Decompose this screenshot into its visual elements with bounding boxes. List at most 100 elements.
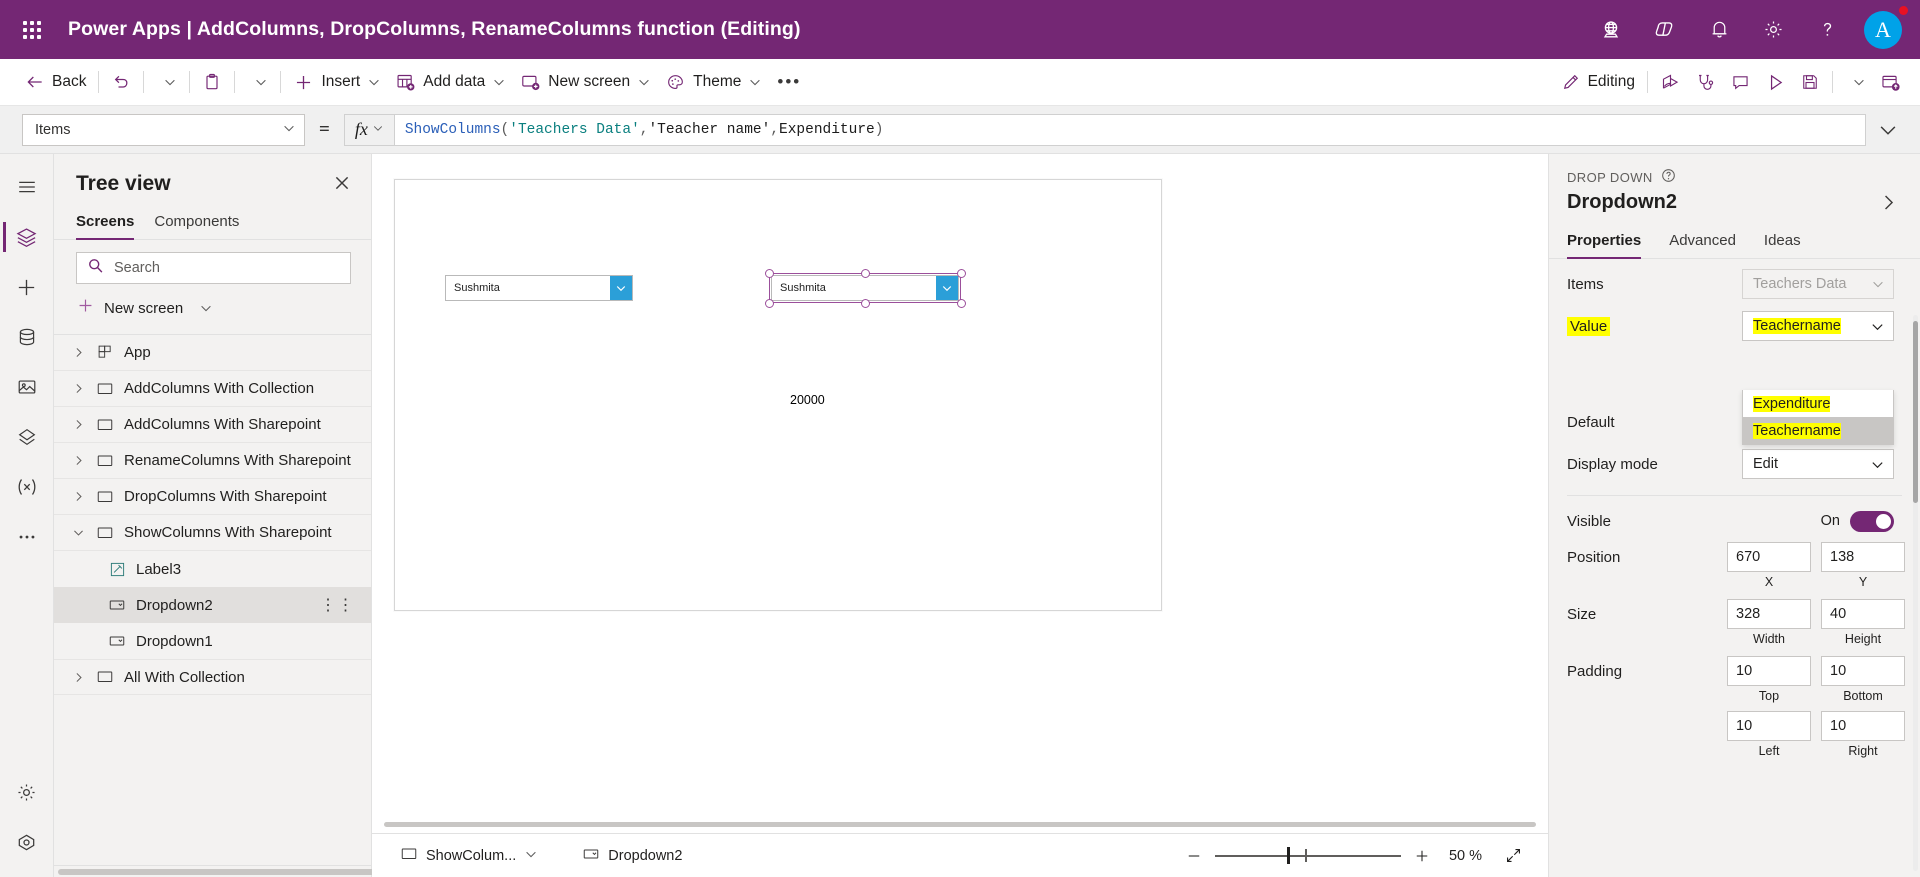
search-input[interactable] <box>114 260 340 276</box>
insert-button[interactable]: Insert <box>286 65 388 99</box>
zoom-slider-thumb[interactable] <box>1287 847 1290 864</box>
value-option-expenditure[interactable]: Expenditure <box>1743 390 1893 417</box>
tree-item-more-icon[interactable]: ⋮⋮ <box>320 595 359 615</box>
formula-input[interactable]: ShowColumns('Teachers Data','Teacher nam… <box>394 114 1866 146</box>
sidebar-item-tree-view[interactable] <box>3 212 51 262</box>
settings-gear-icon[interactable] <box>1746 8 1800 52</box>
tree-item-addcolumns-with-sharepoint[interactable]: AddColumns With Sharepoint <box>54 407 371 443</box>
paste-button[interactable] <box>195 65 229 99</box>
tree-item-app[interactable]: App <box>54 335 371 371</box>
new-screen-button[interactable]: New screen <box>513 65 658 99</box>
search-box[interactable] <box>76 252 351 284</box>
preview-play-button[interactable] <box>1758 65 1793 99</box>
chevron-right-icon[interactable] <box>70 382 86 395</box>
copilot-icon[interactable] <box>1638 8 1692 52</box>
chevron-right-icon[interactable] <box>70 490 86 503</box>
resize-handle-n[interactable] <box>861 269 870 278</box>
more-commands-button[interactable]: ••• <box>769 72 809 92</box>
sidebar-item-variables[interactable] <box>3 462 51 512</box>
chevron-down-icon[interactable] <box>1870 457 1885 472</box>
resize-handle-nw[interactable] <box>765 269 774 278</box>
tree-item-renamecolumns-with-sharepoint[interactable]: RenameColumns With Sharepoint <box>54 443 371 479</box>
padding-top-input[interactable]: 10 <box>1727 656 1811 686</box>
chevron-right-icon[interactable] <box>70 671 86 684</box>
tab-properties[interactable]: Properties <box>1567 232 1641 258</box>
zoom-in-button[interactable] <box>1407 841 1437 871</box>
zoom-out-button[interactable] <box>1179 841 1209 871</box>
status-screen-chip[interactable]: ShowColum... <box>390 841 548 871</box>
formula-bar-expand-button[interactable] <box>1866 113 1910 147</box>
sidebar-item-advanced-tools[interactable] <box>3 817 51 867</box>
value-dropdown[interactable]: Teachername <box>1742 311 1894 341</box>
app-screen-canvas[interactable]: Sushmita Sushmita <box>394 179 1162 611</box>
tab-ideas[interactable]: Ideas <box>1764 232 1801 258</box>
fx-button[interactable]: fx <box>344 114 394 146</box>
save-dropdown[interactable] <box>1838 65 1873 99</box>
close-icon[interactable] <box>329 172 355 199</box>
comments-button[interactable] <box>1723 65 1758 99</box>
tree-item-dropcolumns-with-sharepoint[interactable]: DropColumns With Sharepoint <box>54 479 371 515</box>
canvas-horizontal-scrollbar[interactable] <box>384 819 1536 830</box>
tab-screens[interactable]: Screens <box>76 213 134 239</box>
share-button[interactable] <box>1653 65 1688 99</box>
padding-right-input[interactable]: 10 <box>1821 711 1905 741</box>
sidebar-item-data[interactable] <box>3 312 51 362</box>
notifications-bell-icon[interactable] <box>1692 8 1746 52</box>
size-width-input[interactable]: 328 <box>1727 599 1811 629</box>
hamburger-menu-icon[interactable] <box>3 162 51 212</box>
app-checker-button[interactable] <box>1688 65 1723 99</box>
chevron-down-icon[interactable] <box>70 526 86 539</box>
tab-advanced[interactable]: Advanced <box>1669 232 1736 258</box>
properties-scrollbar-thumb[interactable] <box>1913 321 1918 503</box>
sidebar-item-more[interactable] <box>3 512 51 562</box>
padding-bottom-input[interactable]: 10 <box>1821 656 1905 686</box>
chevron-right-icon[interactable] <box>70 418 86 431</box>
help-question-icon[interactable] <box>1800 8 1854 52</box>
tree-item-label3[interactable]: Label3 <box>54 551 371 587</box>
resize-handle-sw[interactable] <box>765 299 774 308</box>
publish-button[interactable] <box>1873 65 1908 99</box>
padding-left-input[interactable]: 10 <box>1727 711 1811 741</box>
tree-item-dropdown2[interactable]: Dropdown2 ⋮⋮ <box>54 587 371 623</box>
sidebar-item-insert[interactable] <box>3 262 51 312</box>
canvas-label3[interactable]: 20000 <box>790 393 825 407</box>
help-question-icon[interactable] <box>1661 168 1676 186</box>
position-x-input[interactable]: 670 <box>1727 542 1811 572</box>
undo-button[interactable] <box>104 65 138 99</box>
new-screen-button[interactable]: New screen <box>54 284 371 335</box>
chevron-down-icon[interactable] <box>1870 319 1885 334</box>
editing-mode-button[interactable]: Editing <box>1554 65 1642 99</box>
tree-item-all-with-collection[interactable]: All With Collection <box>54 659 371 695</box>
resize-handle-se[interactable] <box>957 299 966 308</box>
size-height-input[interactable]: 40 <box>1821 599 1905 629</box>
back-button[interactable]: Back <box>18 65 93 99</box>
tree-item-showcolumns-with-sharepoint[interactable]: ShowColumns With Sharepoint <box>54 515 371 551</box>
value-option-teachername[interactable]: Teachername <box>1743 417 1893 444</box>
resize-handle-ne[interactable] <box>957 269 966 278</box>
environment-globe-icon[interactable] <box>1584 8 1638 52</box>
collapse-panel-chevron-right-icon[interactable] <box>1873 191 1904 219</box>
undo-dropdown[interactable] <box>149 65 184 99</box>
canvas-dropdown1[interactable]: Sushmita <box>445 275 633 301</box>
resize-handle-s[interactable] <box>861 299 870 308</box>
position-y-input[interactable]: 138 <box>1821 542 1905 572</box>
chevron-right-icon[interactable] <box>70 346 86 359</box>
display-mode-dropdown[interactable]: Edit <box>1742 449 1894 479</box>
fit-to-screen-button[interactable] <box>1496 841 1530 871</box>
sidebar-item-media[interactable] <box>3 362 51 412</box>
chevron-right-icon[interactable] <box>70 454 86 467</box>
property-selector[interactable]: Items <box>22 114 305 146</box>
items-field[interactable]: Teachers Data <box>1742 269 1894 299</box>
tree-item-addcolumns-with-collection[interactable]: AddColumns With Collection <box>54 371 371 407</box>
visible-toggle[interactable] <box>1850 511 1894 532</box>
user-avatar[interactable]: A <box>1864 11 1902 49</box>
tree-view-horizontal-scrollbar[interactable] <box>54 865 371 877</box>
theme-button[interactable]: Theme <box>658 65 769 99</box>
zoom-slider[interactable] <box>1215 841 1401 871</box>
waffle-menu-icon[interactable] <box>10 8 54 52</box>
status-control-chip[interactable]: Dropdown2 <box>572 841 692 871</box>
chevron-down-icon[interactable] <box>524 847 538 865</box>
sidebar-item-settings[interactable] <box>3 767 51 817</box>
paste-dropdown[interactable] <box>240 65 275 99</box>
save-button[interactable] <box>1793 65 1827 99</box>
